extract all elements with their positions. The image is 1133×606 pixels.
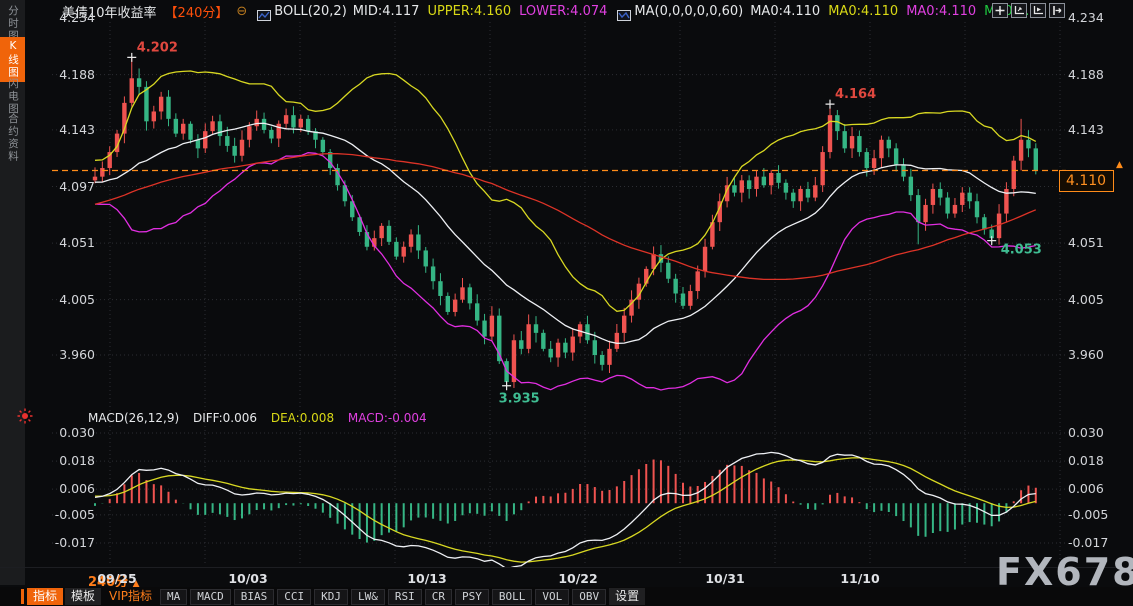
macd-macd-value: MACD:-0.004	[348, 411, 427, 425]
tab-psy[interactable]: PSY	[455, 589, 489, 605]
macd-params-label: MACD(26,12,9)	[88, 411, 179, 425]
ma-indicator-icon	[617, 6, 631, 17]
ma-value-1: MA0:4.110	[828, 4, 898, 19]
svg-text:4.164: 4.164	[835, 87, 876, 102]
ma-value-2: MA0:4.110	[906, 4, 976, 19]
x-axis-row: 240分 ▲ 09/25 10/03 10/13 10/22 10/31 11/…	[0, 567, 1133, 587]
axis-scale-icon[interactable]	[1011, 3, 1027, 18]
ma-value-0: MA0:4.110	[750, 4, 820, 19]
svg-text:4.053: 4.053	[1001, 243, 1042, 258]
tab-bias[interactable]: BIAS	[234, 589, 275, 605]
y-axis-label: 4.051	[1068, 235, 1114, 250]
ma60-line	[95, 154, 1036, 280]
last-price-tag: 4.110	[1059, 170, 1114, 192]
tab-indicator[interactable]: 指标	[27, 588, 63, 605]
tab-cci[interactable]: CCI	[277, 589, 311, 605]
tab-cr[interactable]: CR	[425, 589, 452, 605]
boll-label: BOLL(20,2)	[274, 4, 347, 19]
x-axis-label: 10/22	[558, 571, 597, 586]
svg-text:4.202: 4.202	[137, 40, 178, 55]
macd-dea-value: DEA:0.008	[271, 411, 334, 425]
boll-mid-value: MID:4.117	[353, 4, 420, 19]
y-axis-label: 0.006	[1068, 481, 1114, 496]
tab-macd[interactable]: MACD	[190, 589, 231, 605]
tab-vip-indicator[interactable]: VIP指标	[103, 588, 158, 605]
tab-settings[interactable]: 设置	[609, 588, 645, 605]
trading-app-window: 美债10年收益率 【240分】 ⊖ BOLL(20,2) MID:4.117 U…	[0, 0, 1133, 606]
x-axis-label: 09/25	[97, 571, 136, 586]
candles	[93, 57, 1038, 388]
boll-upper-line	[95, 71, 1036, 311]
boll-lower-value: LOWER:4.074	[519, 4, 607, 19]
candlestick-chart[interactable]: 4.202 4.164 3.935 4.053	[26, 22, 1066, 567]
y-axis-label: 3.960	[1068, 347, 1114, 362]
svg-text:3.935: 3.935	[499, 392, 540, 407]
y-axis-label: 4.143	[1068, 122, 1114, 137]
tab-vol[interactable]: VOL	[535, 589, 569, 605]
x-axis-label: 10/03	[228, 571, 267, 586]
sidebar-item-contract-info[interactable]: 合约资料	[0, 110, 25, 166]
y-axis-label: -0.017	[1068, 535, 1114, 550]
tab-boll[interactable]: BOLL	[492, 589, 533, 605]
tab-ma[interactable]: MA	[160, 589, 187, 605]
y-axis-label: 0.030	[1068, 425, 1114, 440]
toolbar-accent-tick	[21, 589, 24, 604]
diff-line	[95, 452, 1036, 567]
ma-label: MA(0,0,0,0,0,60)	[634, 4, 743, 19]
tab-lwr[interactable]: LW&	[351, 589, 385, 605]
price-up-arrow-icon: ▲	[1116, 160, 1123, 170]
macd-diff-value: DIFF:0.006	[193, 411, 257, 425]
boll-indicator-icon	[257, 6, 271, 17]
x-axis-label: 10/31	[705, 571, 744, 586]
tab-rsi[interactable]: RSI	[388, 589, 422, 605]
crosshair-tool-icon[interactable]	[992, 3, 1008, 18]
macd-panel	[95, 452, 1036, 567]
macd-header: MACD(26,12,9) DIFF:0.006 DEA:0.008 MACD:…	[88, 411, 437, 425]
chart-type-sidebar: 分时图 K线图 闪电图 合约资料	[0, 0, 25, 585]
collapse-minus-icon[interactable]: ⊖	[236, 4, 247, 19]
x-axis-label: 11/10	[840, 571, 879, 586]
tab-kdj[interactable]: KDJ	[314, 589, 348, 605]
x-axis-label: 10/13	[407, 571, 446, 586]
indicator-topbar: 美债10年收益率 【240分】 ⊖ BOLL(20,2) MID:4.117 U…	[0, 0, 1133, 22]
y-axis-label: -0.005	[1068, 507, 1114, 522]
y-axis-label: 4.005	[1068, 292, 1114, 307]
y-axis-label: 4.188	[1068, 67, 1114, 82]
instrument-title: 美债10年收益率	[62, 2, 157, 21]
grid-lines	[52, 22, 1066, 563]
boll-upper-value: UPPER:4.160	[427, 4, 511, 19]
chart-tool-buttons	[992, 3, 1065, 18]
indicator-toolbar: 指标 模板 VIP指标 MA MACD BIAS CCI KDJ LW& RSI…	[0, 587, 1133, 606]
price-annotations: 4.202 4.164 3.935 4.053	[127, 40, 1042, 406]
tab-obv[interactable]: OBV	[572, 589, 606, 605]
axis-play-icon[interactable]	[1030, 3, 1046, 18]
exit-right-icon[interactable]	[1049, 3, 1065, 18]
tab-template[interactable]: 模板	[65, 588, 101, 605]
dea-line	[95, 458, 1036, 562]
y-axis-label: 0.018	[1068, 453, 1114, 468]
y-axis-right: 4.2344.1884.1434.0974.0514.0053.9600.030…	[1068, 0, 1114, 606]
period-tag[interactable]: 【240分】	[165, 2, 229, 21]
